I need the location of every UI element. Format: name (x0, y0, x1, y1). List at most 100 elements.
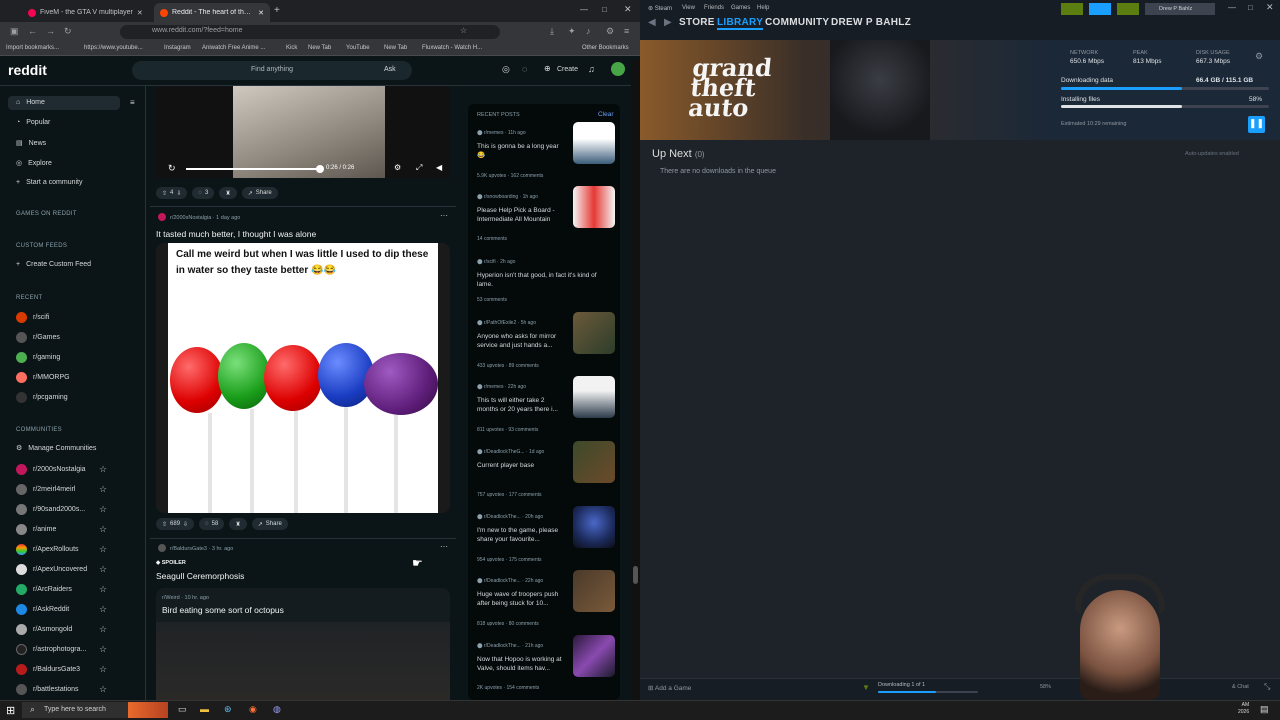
mute-icon[interactable]: ◀ (436, 163, 442, 172)
windows-start-icon[interactable]: ⊞ (6, 704, 15, 717)
video-progress[interactable] (186, 168, 320, 170)
vote-button[interactable]: ⇧ 4 ⇩ (156, 187, 188, 199)
more-options-icon[interactable]: ··· (440, 211, 448, 220)
sidebar-item-gaming[interactable]: r/gaming (16, 352, 60, 363)
post-meta[interactable]: r/Weird · 10 hr. ago (162, 595, 209, 601)
community-item[interactable]: r/ApexRollouts (16, 544, 79, 555)
minimize-icon[interactable]: — (580, 5, 588, 14)
favorite-star-icon[interactable]: ☆ (99, 464, 107, 475)
favorite-star-icon[interactable]: ☆ (99, 644, 107, 655)
bookmark-item[interactable]: YouTube (346, 45, 370, 51)
new-tab-icon[interactable]: + (274, 5, 280, 16)
sidebar-item-pcgaming[interactable]: r/pcgaming (16, 392, 68, 403)
steam-menu-friends[interactable]: Friends (704, 5, 724, 11)
add-game-button[interactable]: ⊞ Add a Game (648, 684, 691, 692)
sidebar-item-mmorpg[interactable]: r/MMORPG (16, 372, 70, 383)
community-item[interactable]: r/BaldursGate3 (16, 664, 80, 675)
crosspost-card[interactable]: r/Weird · 10 hr. ago Bird eating some so… (156, 588, 450, 700)
post-meta[interactable]: r/2000sNostalgia · 1 day ago (170, 215, 240, 221)
video-player[interactable]: ↻ 0:26 / 0:26 ⚙ ⤢ ◀ (156, 86, 450, 178)
steam-menu-games[interactable]: Games (731, 5, 750, 11)
replay-icon[interactable]: ↻ (168, 163, 176, 174)
post-title[interactable]: Seagull Ceremorphosis (156, 571, 244, 581)
file-explorer-icon[interactable]: ▬ (200, 704, 209, 714)
download-status-text[interactable]: Downloading 1 of 1 (878, 682, 925, 688)
url-field[interactable]: www.reddit.com/?feed=home (120, 25, 500, 39)
extension-icon[interactable]: ✦ (568, 26, 576, 37)
post-media[interactable]: Call me weird but when I was little I us… (156, 243, 450, 513)
community-item[interactable]: r/Asmongold (16, 624, 72, 635)
notification-icon[interactable]: ▤ (1260, 704, 1269, 715)
post-title[interactable]: Bird eating some sort of octopus (162, 605, 284, 615)
favorite-star-icon[interactable]: ☆ (99, 564, 107, 575)
recent-post-title[interactable]: This is gonna be a long year 😂 (477, 142, 567, 160)
steam-taskbar-icon[interactable]: ⊛ (224, 704, 232, 715)
create-button[interactable]: Create (557, 66, 578, 73)
more-options-icon[interactable]: ··· (440, 542, 448, 551)
recent-post-title[interactable]: Please Help Pick a Board - Intermediate … (477, 206, 567, 224)
recent-header[interactable]: RECENT (16, 295, 42, 301)
recent-post-title[interactable]: Anyone who asks for mirror service and j… (477, 332, 567, 350)
bookmark-item[interactable]: Aniwatch Free Anime ... (202, 45, 265, 51)
favorite-star-icon[interactable]: ☆ (99, 484, 107, 495)
sidebar-toggle-icon[interactable]: ▣ (10, 26, 19, 37)
favorite-star-icon[interactable]: ☆ (99, 624, 107, 635)
back-icon[interactable]: ← (28, 26, 37, 36)
recent-post-title[interactable]: Hyperion isn't that good, in fact it's k… (477, 271, 609, 289)
create-custom-feed[interactable]: + Create Custom Feed (16, 261, 91, 268)
community-item[interactable]: r/2000sNostalgia (16, 464, 86, 475)
bookmark-item[interactable]: New Tab (308, 45, 331, 51)
steam-notification-bell-icon[interactable] (1117, 3, 1139, 15)
bookmark-item[interactable]: Kick (286, 45, 297, 51)
steam-nav-profile[interactable]: DREW P BAHLZ (831, 17, 911, 28)
maximize-icon[interactable]: □ (1248, 3, 1253, 12)
recent-post-title[interactable]: Huge wave of troopers push after being s… (477, 590, 567, 608)
post-subreddit[interactable]: r/2000sNostalgia (170, 215, 211, 221)
steam-nav-library[interactable]: LIBRARY (717, 17, 764, 30)
community-item[interactable]: r/astrophotogra... (16, 644, 86, 655)
community-item[interactable]: r/battlestations (16, 684, 79, 695)
sidebar-item-scifi[interactable]: r/scifi (16, 312, 49, 323)
close-icon[interactable]: ✕ (258, 9, 264, 17)
settings-icon[interactable]: ⚙ (606, 26, 614, 37)
steam-menu-help[interactable]: Help (757, 5, 769, 11)
notification-bell-icon[interactable]: ♫ (588, 64, 595, 74)
share-button[interactable]: ↗ Share (241, 187, 278, 199)
firefox-taskbar-icon[interactable]: ◉ (249, 704, 257, 715)
steam-menu-view[interactable]: View (682, 5, 695, 11)
recent-post-title[interactable]: I'm new to the game, please share your f… (477, 526, 567, 544)
sidebar-item-popular[interactable]: ◔ Popular (16, 119, 50, 126)
recent-post-title[interactable]: Now that Hopoo is working at Valve, shou… (477, 655, 567, 673)
pause-button[interactable]: ❚❚ (1248, 116, 1265, 133)
community-item[interactable]: r/ApexUncovered (16, 564, 87, 575)
audio-icon[interactable]: ♪ (586, 26, 591, 36)
comments-button[interactable]: ◌ 3 (192, 187, 215, 199)
scrollbar-thumb[interactable] (633, 566, 638, 584)
ad-icon[interactable]: ◎ (502, 64, 510, 75)
sidebar-item-games[interactable]: r/Games (16, 332, 60, 343)
task-view-icon[interactable]: ▭ (178, 704, 187, 715)
sidebar-item-news[interactable]: ▤ News (16, 139, 46, 148)
community-item[interactable]: r/ArcRaiders (16, 584, 72, 595)
search-input[interactable]: Find anything (132, 61, 412, 80)
scrubber-handle[interactable] (316, 165, 324, 173)
reload-icon[interactable]: ↻ (64, 26, 72, 37)
ask-button[interactable]: Ask (384, 66, 396, 73)
close-window-icon[interactable]: ✕ (1266, 2, 1274, 13)
close-window-icon[interactable]: ✕ (624, 4, 632, 15)
steam-forward-icon[interactable]: ▶ (664, 17, 672, 28)
comments-button[interactable]: ◌ 58 (199, 518, 225, 530)
favorite-star-icon[interactable]: ☆ (99, 544, 107, 555)
award-button[interactable]: ♜ (219, 187, 237, 199)
clock[interactable]: AM 2026 (1238, 702, 1249, 716)
avatar[interactable] (611, 62, 625, 76)
menu-icon[interactable]: ≡ (624, 26, 629, 36)
page-scrollbar[interactable] (631, 60, 640, 700)
favorite-star-icon[interactable]: ☆ (99, 504, 107, 515)
favorite-star-icon[interactable]: ☆ (99, 584, 107, 595)
favorite-star-icon[interactable]: ☆ (99, 524, 107, 535)
steam-announcements-icon[interactable] (1089, 3, 1111, 15)
settings-icon[interactable]: ⚙ (394, 163, 401, 172)
post-subreddit[interactable]: r/Weird (162, 595, 180, 601)
recent-post-title[interactable]: Current player base (477, 461, 567, 470)
